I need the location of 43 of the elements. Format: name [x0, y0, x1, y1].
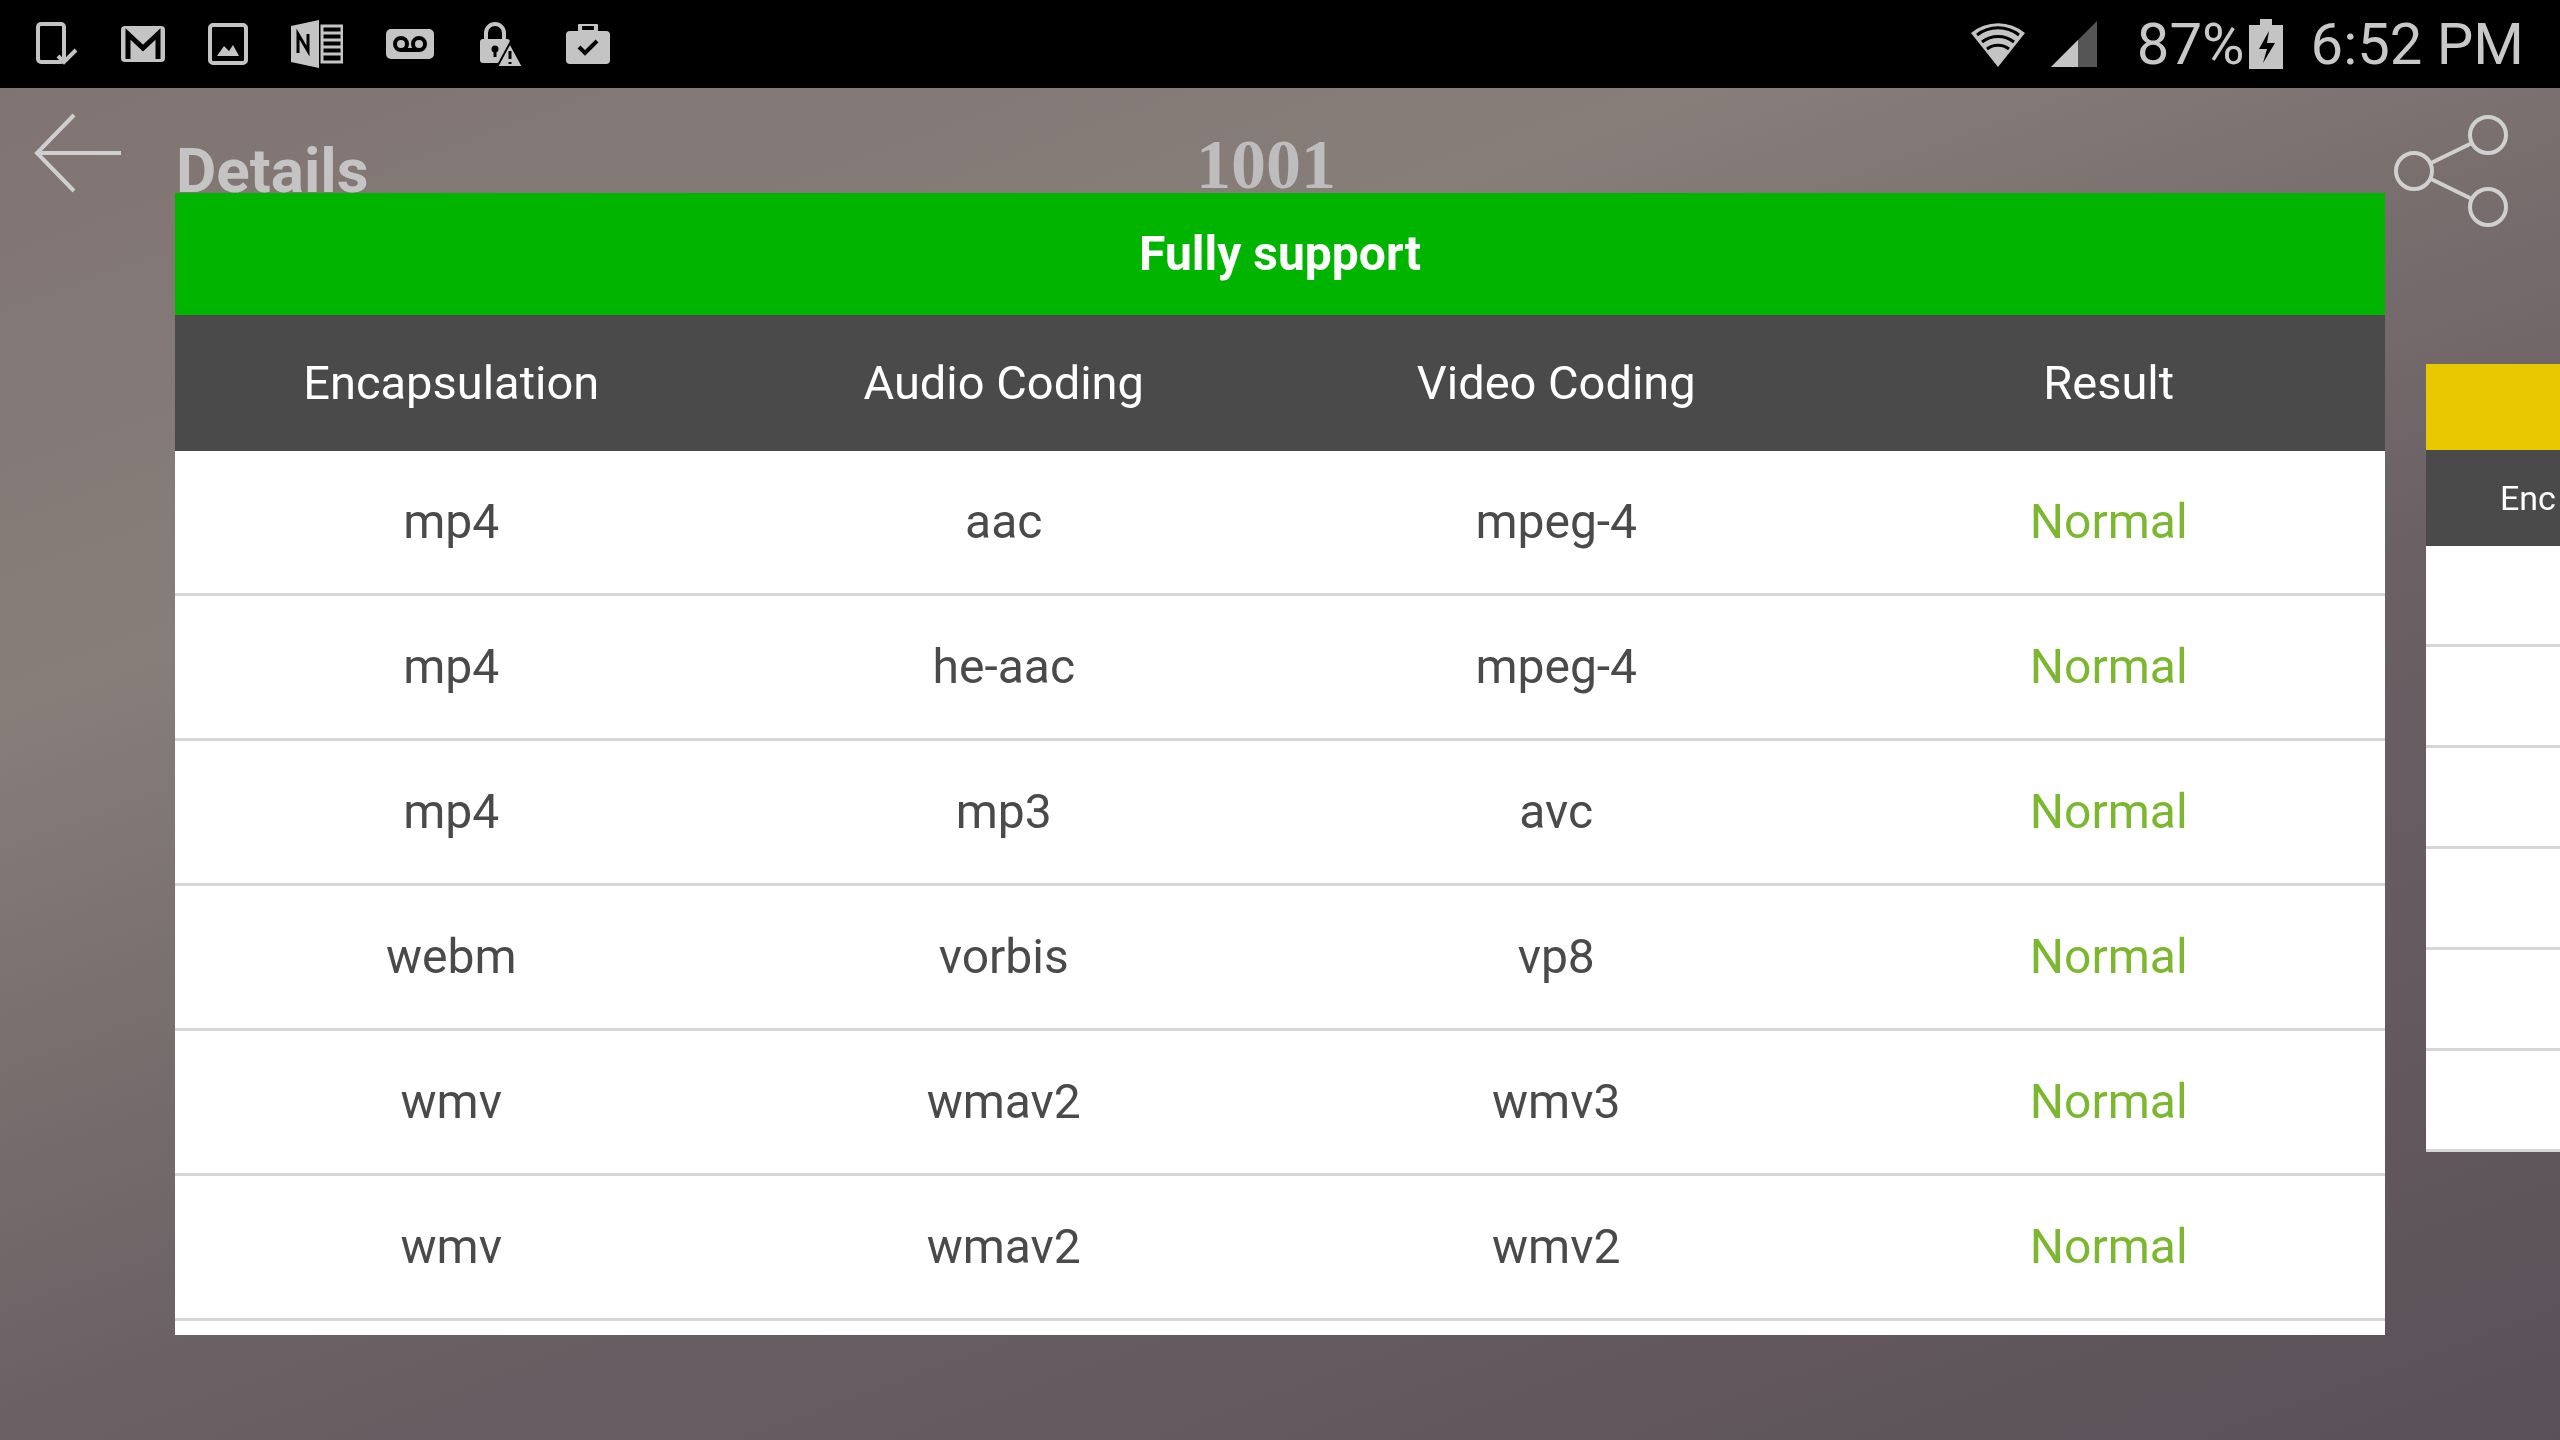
result-text: Normal	[2029, 492, 2188, 552]
column-header: Audio Coding	[863, 353, 1144, 412]
column-header: Enc	[2500, 476, 2556, 520]
battery-percentage: 87%	[2136, 15, 2245, 73]
table-cell-text: wmv3	[1492, 1072, 1621, 1132]
table-cell-text: he-aac	[932, 637, 1075, 697]
clock-time: 6:52 PM	[2310, 15, 2524, 73]
result-text: Normal	[2029, 637, 2188, 697]
wifi-icon	[1970, 21, 2025, 67]
table-cell-text: wmv	[400, 1217, 502, 1277]
table-cell-text: vorbis	[938, 927, 1069, 987]
image-icon	[208, 23, 248, 65]
table-cell-text: wmav2	[926, 1072, 1081, 1132]
table-cell-text: wmv2	[1492, 1217, 1621, 1277]
table-cell-text: webm	[385, 927, 517, 987]
notebook-icon	[291, 20, 343, 68]
table-cell-text: mp4	[403, 492, 500, 552]
battery-charging-icon	[2248, 19, 2283, 69]
table-cell-text: wmav2	[926, 1217, 1081, 1277]
table-cell-text: wmv	[400, 1072, 502, 1132]
briefcase-check-icon	[566, 24, 610, 64]
column-header: Result	[2043, 353, 2175, 412]
result-text: Normal	[2029, 927, 2188, 987]
column-header: Encapsulation	[303, 353, 600, 412]
lock-warning-icon	[477, 21, 523, 67]
result-text: Normal	[2029, 782, 2188, 842]
card-title: Fully support	[175, 193, 2385, 315]
table-cell-text: aac	[965, 492, 1043, 552]
result-text: Normal	[2029, 1217, 2188, 1277]
column-header: Video Coding	[1416, 353, 1696, 412]
result-text: Normal	[2029, 1072, 2188, 1132]
table-cell-text: mpeg-4	[1475, 492, 1638, 552]
voicemail-icon	[386, 29, 434, 59]
table-cell-text: mpeg-4	[1475, 637, 1638, 697]
table-cell-text: mp4	[403, 782, 500, 842]
table-cell-text: mp3	[955, 782, 1052, 842]
table-cell-text: mp4	[403, 637, 500, 697]
signal-icon	[2050, 21, 2097, 67]
back-arrow-icon[interactable]	[34, 113, 122, 193]
mail-icon	[121, 26, 165, 62]
share-icon[interactable]	[2394, 115, 2510, 227]
table-cell-text: avc	[1519, 782, 1594, 842]
table-cell-text: vp8	[1517, 927, 1595, 987]
